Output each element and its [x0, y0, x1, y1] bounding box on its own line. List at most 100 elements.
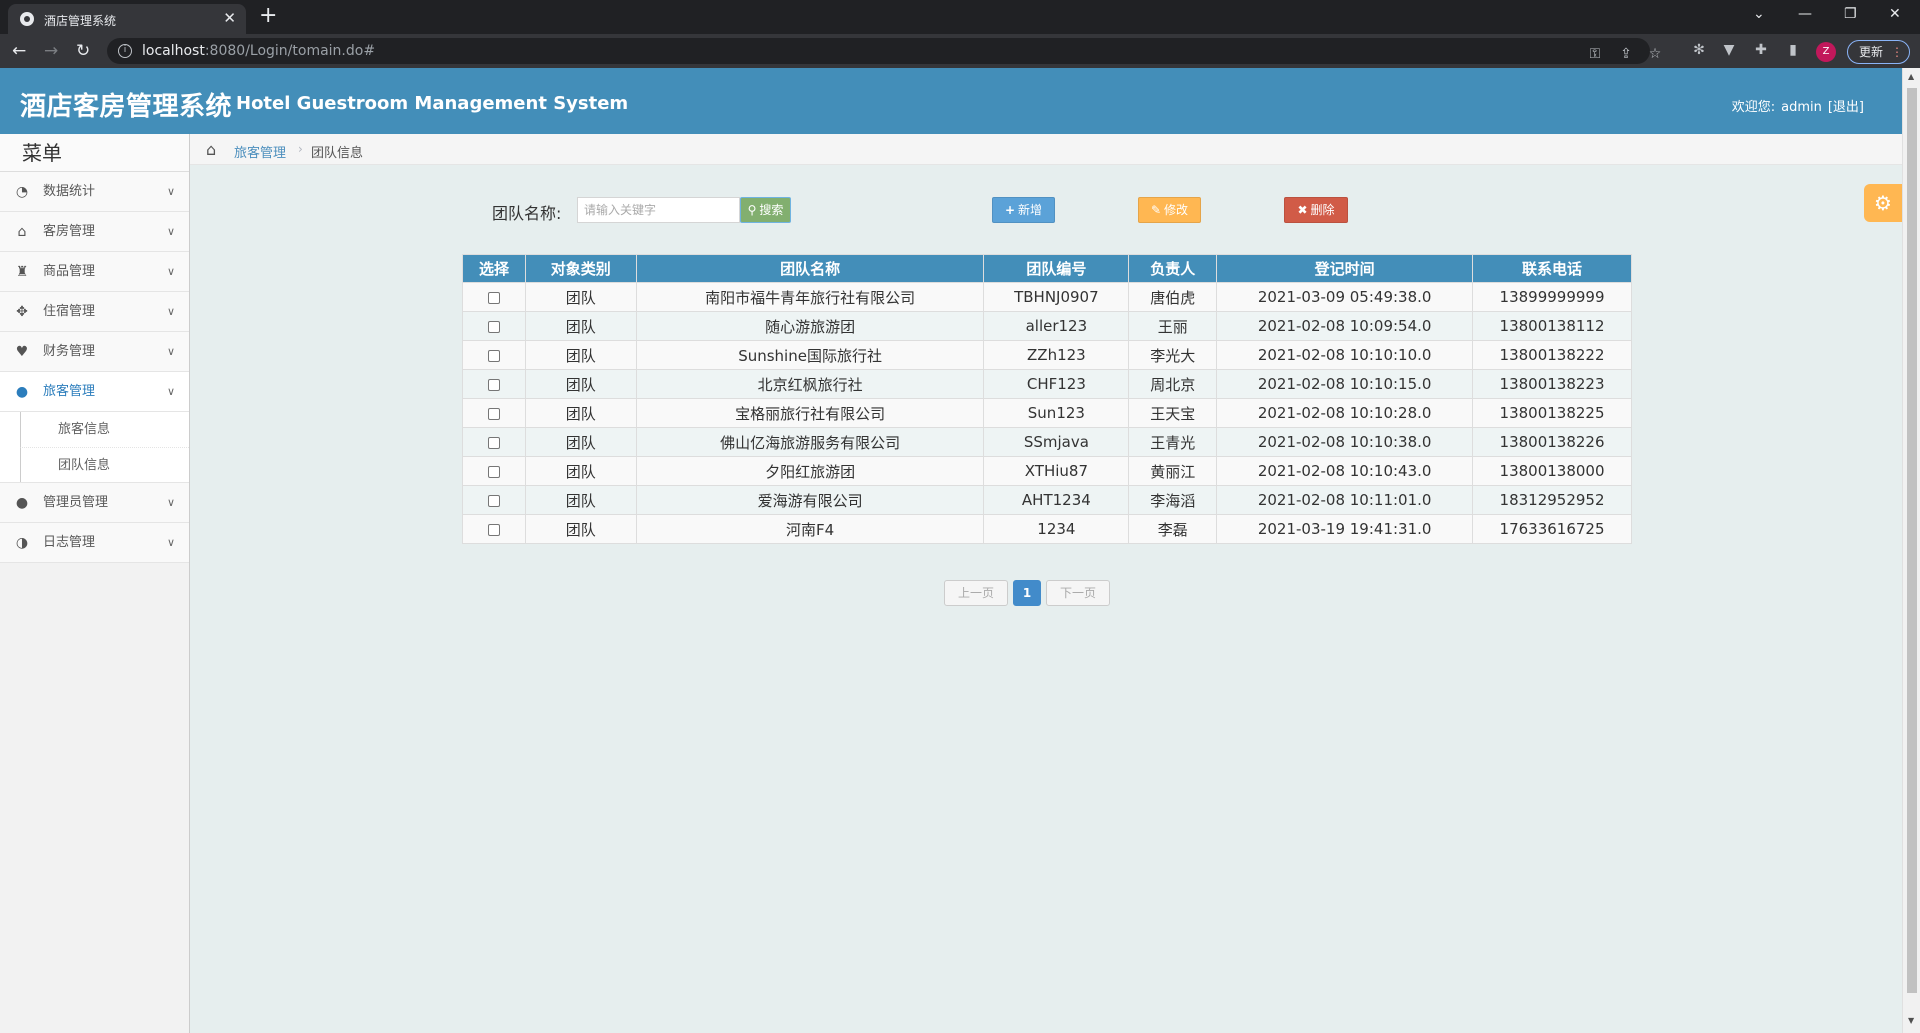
- browser-tab[interactable]: 酒店管理系统 ✕: [8, 4, 246, 34]
- tab-search-icon[interactable]: ⌄: [1753, 4, 1765, 24]
- sidebar-item-statistics[interactable]: ◔ 数据统计 ∨: [0, 172, 189, 212]
- window-close-icon[interactable]: ✕: [1889, 4, 1901, 24]
- sidebar-item-guests[interactable]: ● 旅客管理 ∨: [0, 372, 189, 412]
- leader-cell: 王青光: [1128, 427, 1218, 457]
- row-checkbox[interactable]: [487, 494, 500, 507]
- add-button[interactable]: + 新增: [992, 197, 1055, 223]
- type-cell: 团队: [524, 369, 637, 399]
- tab-close-icon[interactable]: ✕: [223, 9, 236, 27]
- guests-submenu: 旅客信息 团队信息: [0, 412, 189, 483]
- chevron-down-icon: ∨: [166, 345, 175, 358]
- address-bar[interactable]: i localhost:8080/Login/tomain.do# ⚿ ⇪ ☆: [107, 38, 1661, 64]
- minimize-icon[interactable]: —: [1798, 4, 1812, 24]
- restore-icon[interactable]: ❐: [1844, 4, 1857, 24]
- submenu-item-guest-info[interactable]: 旅客信息: [20, 412, 189, 447]
- scroll-thumb[interactable]: [1907, 88, 1917, 993]
- delete-button[interactable]: ✖ 删除: [1284, 197, 1348, 223]
- page-number-current[interactable]: 1: [1013, 580, 1041, 606]
- sidebar-item-finance[interactable]: ♥ 财务管理 ∨: [0, 332, 189, 372]
- row-checkbox[interactable]: [487, 320, 500, 333]
- breadcrumb: ⌂ 旅客管理 › 团队信息: [190, 134, 1902, 165]
- table-row[interactable]: 团队 Sunshine国际旅行社 ZZh123 李光大 2021-02-08 10:10…: [462, 340, 1632, 370]
- sidebar-item-goods[interactable]: ♜ 商品管理 ∨: [0, 252, 189, 292]
- register-time-cell: 2021-02-08 10:10:15.0: [1216, 369, 1474, 399]
- page-scrollbar[interactable]: ▲ ▼: [1902, 68, 1920, 1033]
- table-row[interactable]: 团队 夕阳红旅游团 XTHiu87 黄丽江 2021-02-08 10:10:43.0 1…: [462, 456, 1632, 486]
- chevron-down-icon: ∨: [166, 305, 175, 318]
- column-header: 联系电话: [1472, 254, 1632, 283]
- back-icon[interactable]: ←: [12, 41, 26, 61]
- phone-cell: 17633616725: [1472, 514, 1632, 544]
- browser-toolbar: ← → ↻ i localhost:8080/Login/tomain.do# …: [0, 34, 1920, 68]
- row-checkbox[interactable]: [487, 523, 500, 536]
- app-subtitle: Hotel Guestroom Management System: [236, 93, 629, 114]
- register-time-cell: 2021-02-08 10:10:28.0: [1216, 398, 1474, 428]
- breadcrumb-parent-link[interactable]: 旅客管理: [234, 142, 286, 161]
- scroll-up-icon[interactable]: ▲: [1908, 72, 1914, 81]
- reload-icon[interactable]: ↻: [76, 41, 90, 61]
- logout-link[interactable]: [退出]: [1828, 100, 1864, 115]
- row-checkbox[interactable]: [487, 407, 500, 420]
- column-header: 选择: [462, 254, 526, 283]
- row-checkbox[interactable]: [487, 465, 500, 478]
- user-icon: ●: [15, 384, 29, 400]
- table-row[interactable]: 团队 随心游旅游团 aller123 王丽 2021-02-08 10:09:54.0 1…: [462, 311, 1632, 341]
- column-header: 负责人: [1128, 254, 1218, 283]
- row-checkbox[interactable]: [487, 436, 500, 449]
- search-input[interactable]: [577, 197, 740, 223]
- row-checkbox[interactable]: [487, 291, 500, 304]
- table-row[interactable]: 团队 宝格丽旅行社有限公司 Sun123 王天宝 2021-02-08 10:10:28…: [462, 398, 1632, 428]
- table-row[interactable]: 团队 佛山亿海旅游服务有限公司 SSmjava 王青光 2021-02-08 10:10…: [462, 427, 1632, 457]
- home-icon[interactable]: ⌂: [206, 140, 216, 159]
- breadcrumb-current: 团队信息: [311, 146, 364, 161]
- prev-page-button[interactable]: 上一页: [944, 580, 1008, 606]
- select-cell: [462, 456, 526, 486]
- team-code-cell: Sun123: [983, 398, 1130, 428]
- new-tab-button[interactable]: +: [259, 4, 277, 28]
- update-button[interactable]: 更新: [1847, 40, 1910, 64]
- sidebar-item-lodging[interactable]: ✥ 住宿管理 ∨: [0, 292, 189, 332]
- profile-avatar[interactable]: Z: [1816, 42, 1836, 62]
- register-time-cell: 2021-02-08 10:10:43.0: [1216, 456, 1474, 486]
- leader-cell: 李海滔: [1128, 485, 1218, 515]
- phone-cell: 13800138112: [1472, 311, 1632, 341]
- phone-cell: 13800138225: [1472, 398, 1632, 428]
- forward-icon[interactable]: →: [44, 41, 58, 61]
- site-info-icon[interactable]: i: [118, 44, 132, 58]
- type-cell: 团队: [524, 311, 637, 341]
- table-row[interactable]: 团队 南阳市福牛青年旅行社有限公司 TBHNJ0907 唐伯虎 2021-03-09 0…: [462, 282, 1632, 312]
- bookmark-star-icon[interactable]: ☆: [1647, 46, 1663, 62]
- row-checkbox[interactable]: [487, 349, 500, 362]
- leader-cell: 王丽: [1128, 311, 1218, 341]
- type-cell: 团队: [524, 456, 637, 486]
- browser-tab-strip: 酒店管理系统 ✕ + ⌄ — ❐ ✕: [0, 0, 1920, 34]
- search-button[interactable]: ⚲ 搜索: [740, 197, 791, 223]
- phone-cell: 13899999999: [1472, 282, 1632, 312]
- table-row[interactable]: 团队 北京红枫旅行社 CHF123 周北京 2021-02-08 10:10:15.0 1…: [462, 369, 1632, 399]
- share-icon[interactable]: ⇪: [1618, 46, 1634, 62]
- sidebar-item-logs[interactable]: ◑ 日志管理 ∨: [0, 523, 189, 563]
- side-panel-icon[interactable]: ▮: [1785, 42, 1801, 58]
- team-name-cell: 爱海游有限公司: [635, 485, 985, 515]
- extension-v-icon[interactable]: ▼: [1721, 42, 1737, 58]
- team-code-cell: CHF123: [983, 369, 1130, 399]
- table-row[interactable]: 团队 河南F4 1234 李磊 2021-03-19 19:41:31.0 1763361…: [462, 514, 1632, 544]
- column-header: 登记时间: [1216, 254, 1474, 283]
- table-row[interactable]: 团队 爱海游有限公司 AHT1234 李海滔 2021-02-08 10:11:01.0…: [462, 485, 1632, 515]
- edit-button[interactable]: ✎ 修改: [1138, 197, 1201, 223]
- phone-cell: 13800138223: [1472, 369, 1632, 399]
- sidebar-item-rooms[interactable]: ⌂ 客房管理 ∨: [0, 212, 189, 252]
- key-icon[interactable]: ⚿: [1587, 46, 1603, 62]
- extension-gear-icon[interactable]: ✻: [1691, 42, 1707, 58]
- submenu-item-team-info[interactable]: 团队信息: [20, 447, 189, 482]
- extensions-puzzle-icon[interactable]: ✚: [1753, 42, 1769, 58]
- team-code-cell: 1234: [983, 514, 1130, 544]
- leader-cell: 李光大: [1128, 340, 1218, 370]
- next-page-button[interactable]: 下一页: [1046, 580, 1110, 606]
- phone-cell: 13800138222: [1472, 340, 1632, 370]
- sidebar-item-admins[interactable]: ● 管理员管理 ∨: [0, 483, 189, 523]
- settings-gear-icon[interactable]: ⚙: [1864, 184, 1902, 222]
- row-checkbox[interactable]: [487, 378, 500, 391]
- search-label: 团队名称:: [492, 204, 562, 223]
- scroll-down-icon[interactable]: ▼: [1908, 1016, 1914, 1025]
